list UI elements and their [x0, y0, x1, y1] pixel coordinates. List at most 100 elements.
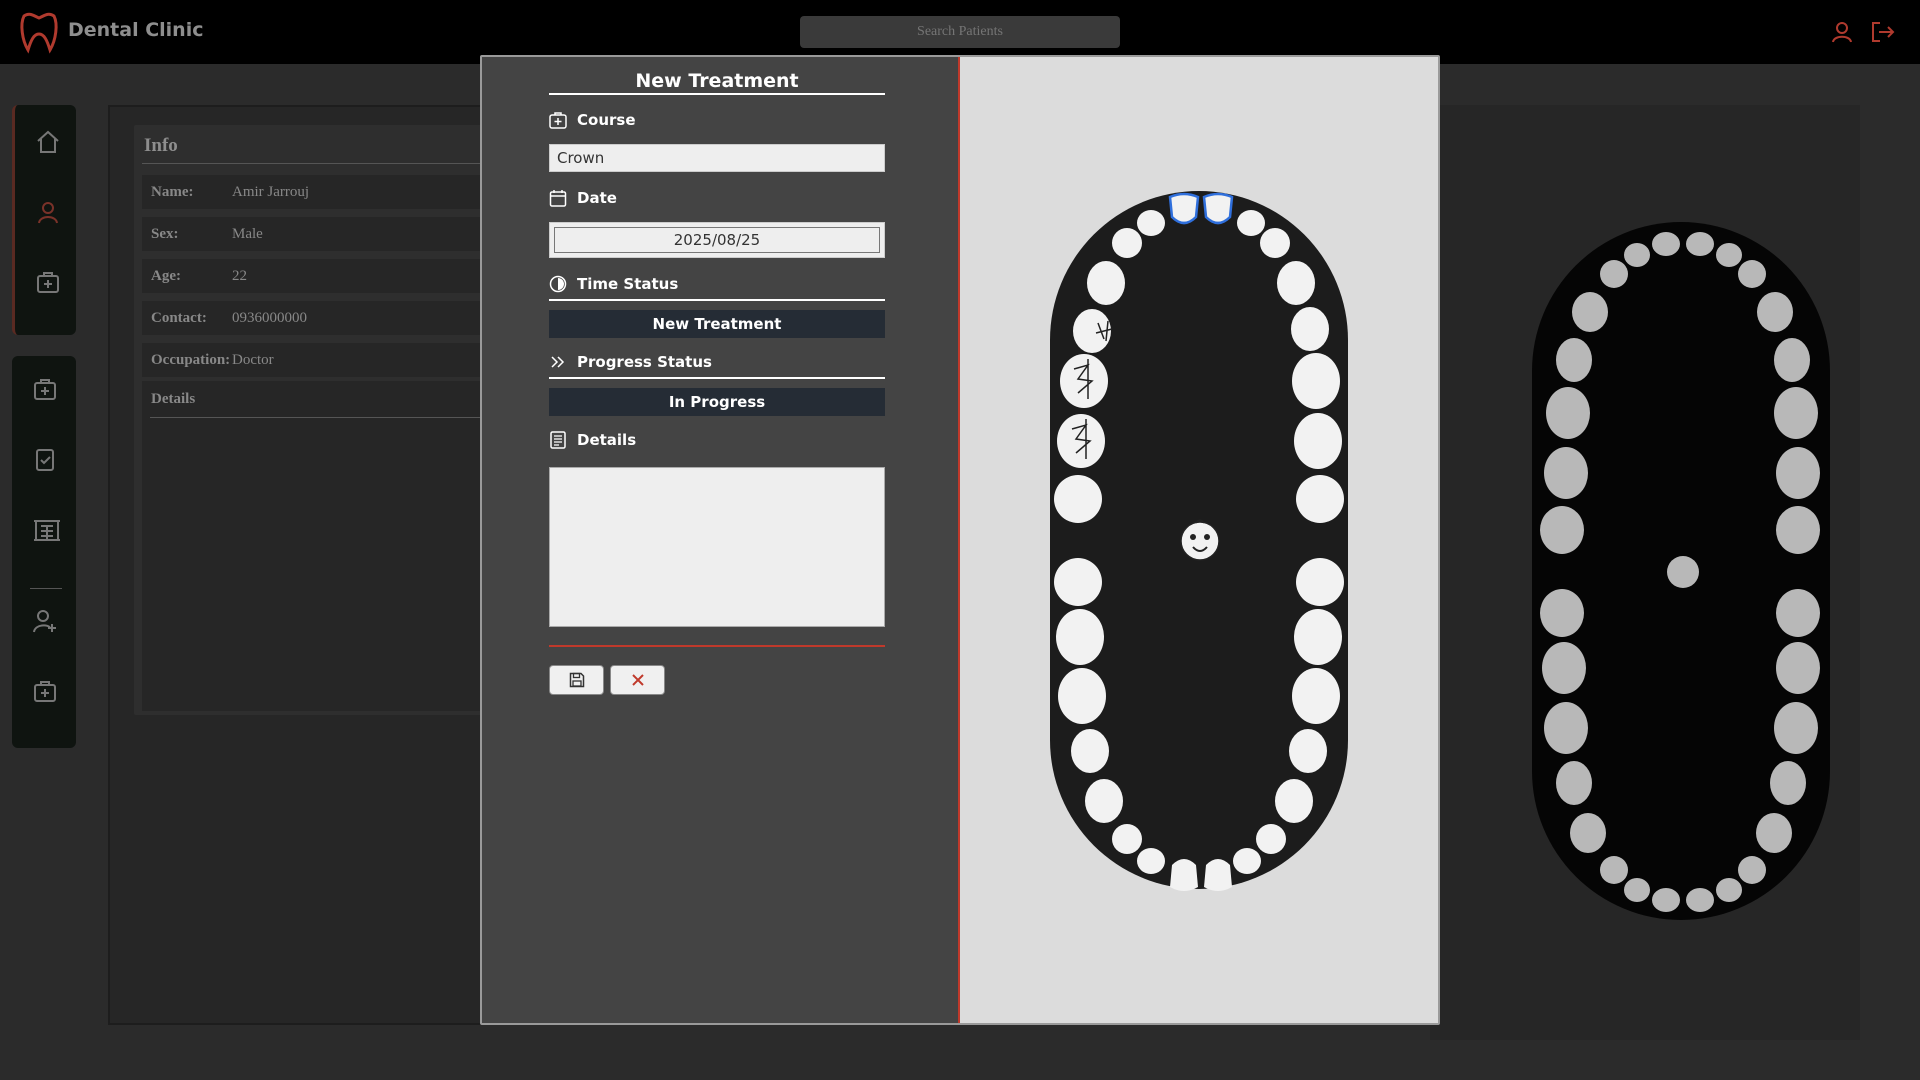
new-treatment-modal: New Treatment Course Crown Date 2025/08/… — [480, 55, 1440, 1025]
tooth-upper-central-right[interactable] — [1168, 192, 1200, 225]
info-details-label: Details — [151, 391, 196, 407]
info-value: Male — [232, 226, 263, 242]
tooth[interactable] — [1256, 824, 1286, 854]
tooth[interactable] — [1204, 859, 1232, 891]
search-input[interactable] — [800, 16, 1120, 48]
treatment-form-panel: New Treatment Course Crown Date 2025/08/… — [482, 57, 960, 1023]
info-value: 0936000000 — [232, 310, 307, 326]
course-input[interactable]: Crown — [549, 144, 885, 172]
tooth-upper-central-left[interactable] — [1202, 192, 1234, 225]
background-dental-chart — [1532, 222, 1830, 920]
info-key: Name: — [151, 184, 194, 200]
double-chevron-right-icon — [551, 356, 565, 368]
sidebar-group-secondary — [12, 356, 76, 748]
tooth[interactable] — [1137, 848, 1165, 874]
tooth[interactable] — [1294, 413, 1342, 469]
tooth[interactable] — [1291, 307, 1329, 351]
tooth[interactable] — [1071, 729, 1109, 773]
info-key: Age: — [151, 268, 181, 284]
tooth[interactable] — [1085, 779, 1123, 823]
treatment-icon[interactable] — [35, 269, 61, 295]
tooth[interactable] — [1237, 210, 1265, 236]
tooth[interactable] — [1112, 824, 1142, 854]
clipboard-icon[interactable] — [32, 446, 58, 472]
info-row-sex: Sex: Male — [142, 217, 494, 251]
tooth[interactable] — [1294, 609, 1342, 665]
info-row-name: Name: Amir Jarrouj — [142, 175, 494, 209]
save-icon — [569, 672, 584, 688]
time-status-select[interactable]: New Treatment — [549, 310, 885, 338]
tooth[interactable] — [1087, 261, 1125, 305]
user-icon[interactable] — [1830, 20, 1854, 44]
tooth[interactable] — [1296, 558, 1344, 606]
save-button[interactable] — [549, 665, 604, 695]
tooth[interactable] — [1060, 354, 1108, 408]
date-label-row: Date — [549, 187, 885, 211]
tooth-logo-icon — [20, 12, 58, 54]
tooth[interactable] — [1112, 228, 1142, 258]
tooth[interactable] — [1054, 475, 1102, 523]
cancel-button[interactable] — [610, 665, 665, 695]
tooth-selector-panel — [960, 57, 1438, 1023]
tooth[interactable] — [1260, 228, 1290, 258]
info-key: Sex: — [151, 226, 179, 242]
calendar-icon — [549, 190, 567, 207]
date-label: Date — [577, 189, 617, 207]
tooth[interactable] — [1292, 353, 1340, 409]
tooth[interactable] — [1058, 668, 1106, 724]
close-icon — [631, 674, 644, 686]
tooth[interactable] — [1170, 859, 1198, 891]
document-icon — [550, 431, 566, 449]
info-key: Occupation: — [151, 352, 231, 368]
info-value: Amir Jarrouj — [232, 184, 310, 200]
course-label-row: Course — [549, 109, 885, 133]
treatment-icon — [549, 112, 567, 129]
date-field[interactable]: 2025/08/25 — [549, 222, 885, 258]
time-status-label-row: Time Status — [549, 273, 885, 301]
info-row-contact: Contact: 0936000000 — [142, 301, 494, 335]
tooth[interactable] — [1289, 729, 1327, 773]
info-details: Details — [142, 381, 494, 711]
date-input[interactable]: 2025/08/25 — [554, 227, 880, 253]
tooth[interactable] — [1054, 558, 1102, 606]
patient-icon[interactable] — [35, 199, 61, 225]
divider — [142, 163, 494, 164]
info-key: Contact: — [151, 310, 207, 326]
details-label-row: Details — [549, 429, 885, 453]
sidebar-divider — [30, 588, 62, 589]
dental-chart[interactable] — [1048, 189, 1358, 899]
course-label: Course — [577, 111, 636, 129]
add-treatment-icon[interactable] — [32, 678, 58, 704]
modal-title: New Treatment — [549, 67, 885, 95]
building-icon[interactable] — [32, 516, 62, 542]
tooth[interactable] — [1137, 210, 1165, 236]
tooth[interactable] — [1296, 475, 1344, 523]
logout-icon[interactable] — [1870, 20, 1896, 44]
progress-status-select[interactable]: In Progress — [549, 388, 885, 416]
tooth[interactable] — [1057, 414, 1105, 468]
tooth[interactable] — [1277, 261, 1315, 305]
info-card: Info Name: Amir Jarrouj Sex: Male Age: 2… — [134, 125, 494, 715]
treatment-icon[interactable] — [32, 376, 58, 402]
brand-name: Dental Clinic — [68, 19, 204, 41]
info-row-age: Age: 22 — [142, 259, 494, 293]
clock-icon — [549, 275, 567, 293]
progress-status-label: Progress Status — [577, 353, 712, 371]
info-value: 22 — [232, 268, 247, 284]
info-value: Doctor — [232, 352, 274, 368]
details-label: Details — [577, 431, 637, 449]
tooth[interactable] — [1275, 779, 1313, 823]
info-title: Info — [144, 135, 178, 156]
patient-info-panel: Info Name: Amir Jarrouj Sex: Male Age: 2… — [108, 105, 494, 1025]
tooth[interactable] — [1233, 848, 1261, 874]
add-user-icon[interactable] — [32, 608, 58, 634]
time-status-label: Time Status — [577, 275, 679, 293]
tooth[interactable] — [1292, 668, 1340, 724]
form-divider — [549, 645, 885, 647]
home-icon[interactable] — [35, 129, 61, 155]
details-textarea[interactable] — [549, 467, 885, 627]
tooth[interactable] — [1056, 609, 1104, 665]
treatment-form: New Treatment Course Crown Date 2025/08/… — [549, 67, 885, 695]
progress-status-label-row: Progress Status — [549, 351, 885, 379]
sidebar-group-main — [12, 105, 76, 335]
